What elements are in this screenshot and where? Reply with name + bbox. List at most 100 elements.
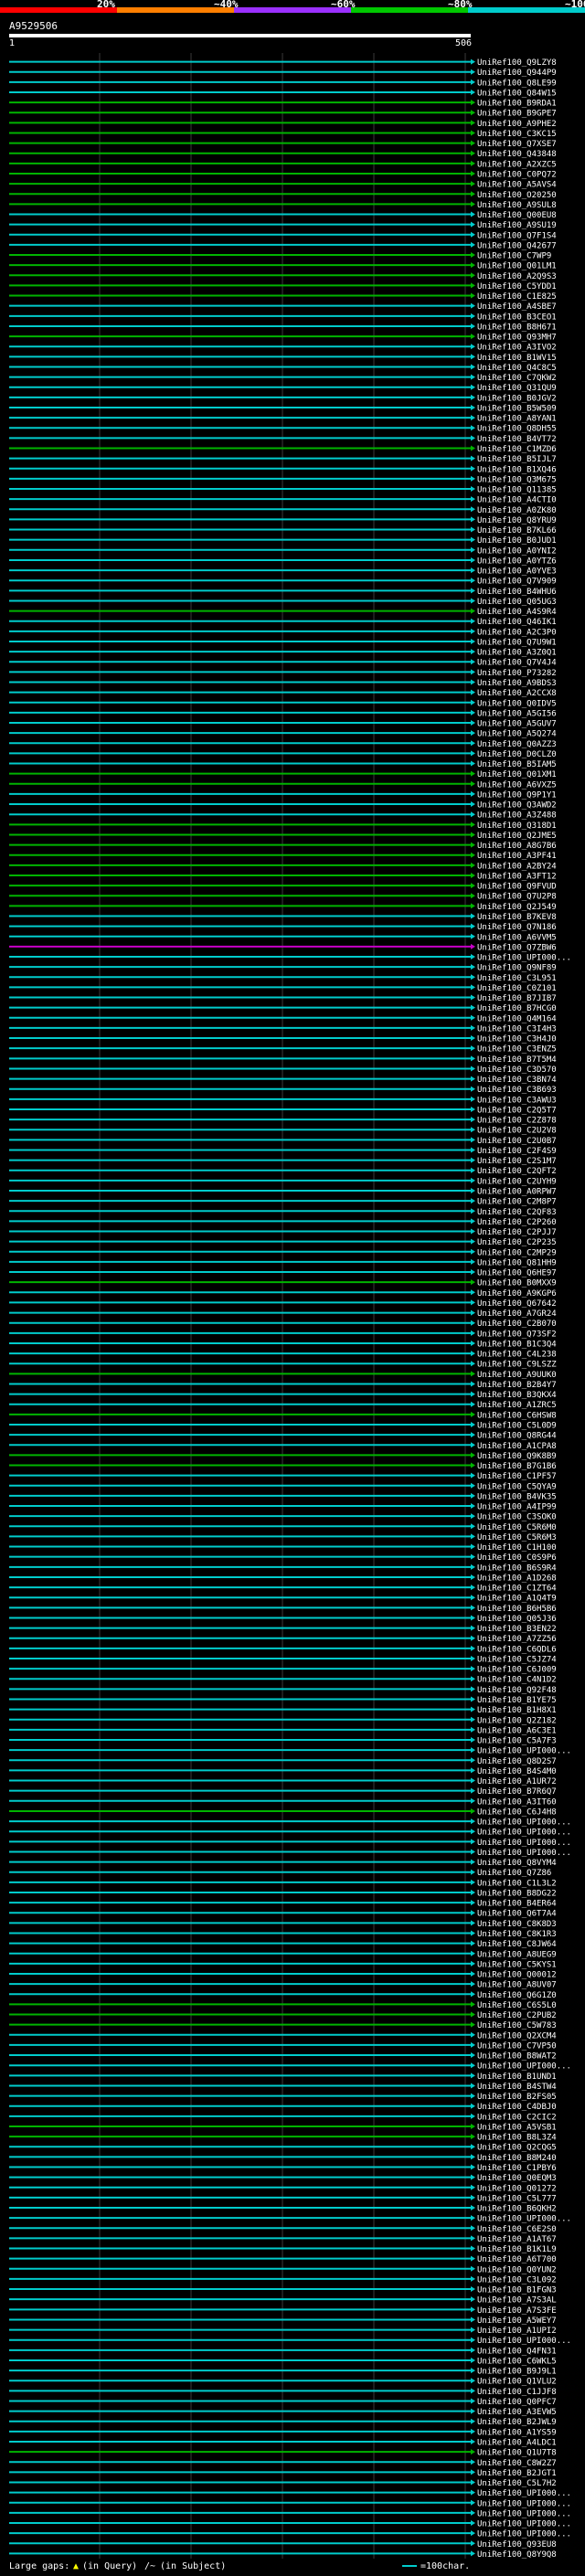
hit-label: UniRef100_Q7Z86: [477, 1869, 551, 1878]
hit-label: UniRef100_A3Z488: [477, 811, 557, 821]
hit-label: UniRef100_Q4C8C5: [477, 364, 557, 373]
hit-label: UniRef100_B8H671: [477, 323, 557, 332]
hit-label: UniRef100_UPI000...: [477, 2215, 571, 2224]
hit-label: UniRef100_A4SBE7: [477, 302, 557, 312]
hit-label: UniRef100_C4L238: [477, 1351, 557, 1360]
hit-label: UniRef100_Q84W15: [477, 89, 557, 98]
hit-label: UniRef100_C5R6M3: [477, 1533, 557, 1542]
hit-label: UniRef100_C1L3L2: [477, 1879, 557, 1888]
hit-label: UniRef100_C5YDD1: [477, 282, 557, 292]
scale-end-label: 506: [455, 38, 472, 48]
hit-label: UniRef100_B2FS05: [477, 2093, 557, 2102]
hit-label: UniRef100_C6QDL6: [477, 1645, 557, 1654]
hit-label: UniRef100_C3L092: [477, 2275, 557, 2284]
hit-label: UniRef100_Q31QU9: [477, 384, 557, 393]
hit-label: UniRef100_Q1VLU2: [477, 2378, 557, 2387]
hit-label: UniRef100_A3IVO2: [477, 344, 557, 353]
hit-label: UniRef100_A1D268: [477, 1574, 557, 1583]
hit-label: UniRef100_Q7U2P8: [477, 893, 557, 902]
hit-label: UniRef100_B4VK35: [477, 1492, 557, 1501]
hit-label: UniRef100_Q42677: [477, 241, 557, 250]
scale-start-label: 1: [9, 38, 15, 48]
hit-label: UniRef100_Q93MH7: [477, 334, 557, 343]
hit-label: UniRef100_UPI000...: [477, 1829, 571, 1838]
hit-label: UniRef100_Q3AWD2: [477, 801, 557, 811]
hit-label: UniRef100_A3EVW5: [477, 2408, 557, 2417]
hit-label: UniRef100_B0JGV2: [477, 394, 557, 403]
hit-label: UniRef100_Q4FN31: [477, 2347, 557, 2356]
hit-label: UniRef100_Q2XCM4: [477, 2031, 557, 2041]
hit-label: UniRef100_UPI000...: [477, 2530, 571, 2539]
hit-label: UniRef100_C5L7H2: [477, 2479, 557, 2488]
hit-label: UniRef100_B9RDA1: [477, 100, 557, 109]
hit-label: UniRef100_C2B070: [477, 1320, 557, 1329]
hit-label: UniRef100_C2QFT2: [477, 1167, 557, 1176]
hit-label: UniRef100_Q7V909: [477, 578, 557, 587]
hit-label: UniRef100_A1ZRC5: [477, 1401, 557, 1410]
hit-label: UniRef100_A2CCX8: [477, 689, 557, 698]
hit-label: UniRef100_B7R6Q7: [477, 1787, 557, 1797]
hit-label: UniRef100_A4LDC1: [477, 2439, 557, 2448]
hit-label: UniRef100_A9PHE2: [477, 120, 557, 129]
hit-label: UniRef100_B6H5B6: [477, 1605, 557, 1614]
hit-label: UniRef100_B4VT72: [477, 435, 557, 444]
hit-label: UniRef100_C5L777: [477, 2194, 557, 2203]
hit-label: UniRef100_UPI000...: [477, 2509, 571, 2518]
hit-label: UniRef100_C2QF83: [477, 1208, 557, 1217]
hit-label: UniRef100_A8UEG9: [477, 1950, 557, 1959]
hit-label: UniRef100_C3KC15: [477, 130, 557, 139]
hit-label: UniRef100_A3FT12: [477, 872, 557, 881]
hit-label: UniRef100_A9BDS3: [477, 679, 557, 688]
hit-label: UniRef100_C6E2S0: [477, 2225, 557, 2234]
hit-label: UniRef100_C1ZT64: [477, 1585, 557, 1594]
hit-label: UniRef100_C7VP50: [477, 2041, 557, 2051]
hit-label: UniRef100_C1PBY6: [477, 2164, 557, 2173]
hit-label: UniRef100_UPI000...: [477, 1818, 571, 1828]
hit-label: UniRef100_Q7N186: [477, 923, 557, 932]
hit-label: UniRef100_A9KGP6: [477, 1289, 557, 1299]
hit-label: UniRef100_C2CIC2: [477, 2113, 557, 2122]
hit-label: UniRef100_C8JW64: [477, 1940, 557, 1949]
hit-label: UniRef100_C3I4H3: [477, 1024, 557, 1034]
hit-label: UniRef100_B3EN22: [477, 1625, 557, 1634]
hit-label: UniRef100_Q81HH9: [477, 1258, 557, 1267]
hit-label: UniRef100_C3BN74: [477, 1076, 557, 1085]
hit-label: UniRef100_Q00EU8: [477, 211, 557, 220]
hit-label: UniRef100_C0PQ72: [477, 170, 557, 179]
hit-label: UniRef100_UPI000...: [477, 2062, 571, 2072]
hit-label: UniRef100_Q8VYM4: [477, 1859, 557, 1868]
hit-label: UniRef100_Q67642: [477, 1299, 557, 1309]
hit-label: UniRef100_B5IAM5: [477, 760, 557, 769]
gap-subject-label: (in Subject): [160, 2561, 226, 2571]
hit-label: UniRef100_Q6G1Z0: [477, 1991, 557, 2000]
hit-label: UniRef100_C2Z878: [477, 1117, 557, 1126]
query-gap-icon: ▲: [73, 2561, 79, 2571]
hit-label: UniRef100_C7QKW2: [477, 374, 557, 383]
hit-label: UniRef100_B1YE75: [477, 1696, 557, 1705]
hit-label: UniRef100_A3IT60: [477, 1797, 557, 1807]
hit-label: UniRef100_Q9FVUD: [477, 883, 557, 892]
hit-label: UniRef100_A6C3E1: [477, 1726, 557, 1735]
hit-label: UniRef100_Q0EQM3: [477, 2174, 557, 2183]
percent-label: ~60%: [331, 0, 356, 10]
hit-label: UniRef100_Q3M675: [477, 475, 557, 484]
hit-label: UniRef100_O20250: [477, 191, 557, 200]
hit-label: UniRef100_A0YNI2: [477, 546, 557, 556]
hit-label: UniRef100_C3B693: [477, 1086, 557, 1095]
hit-label: UniRef100_Q8YRU9: [477, 516, 557, 525]
hit-label: UniRef100_A2C3P0: [477, 628, 557, 637]
hit-label: UniRef100_A9UUK0: [477, 1371, 557, 1380]
hit-label: UniRef100_C2P260: [477, 1218, 557, 1227]
scale-bar-label: =100char.: [420, 2561, 470, 2571]
hit-label: UniRef100_C6S5L0: [477, 2001, 557, 2010]
hit-label: UniRef100_C2F4S9: [477, 1147, 557, 1156]
hit-label: UniRef100_C6J009: [477, 1666, 557, 1675]
hit-label: UniRef100_A5AVS4: [477, 181, 557, 190]
hit-label: UniRef100_A1UR72: [477, 1777, 557, 1786]
hit-label: UniRef100_A1Q4T9: [477, 1595, 557, 1604]
hit-label: UniRef100_Q7ZBW6: [477, 943, 557, 952]
hit-label: UniRef100_Q0IDV5: [477, 699, 557, 708]
hit-label: UniRef100_A1AT67: [477, 2235, 557, 2244]
hit-label: UniRef100_B5W509: [477, 404, 557, 413]
hit-label: UniRef100_Q0AZZ3: [477, 740, 557, 749]
